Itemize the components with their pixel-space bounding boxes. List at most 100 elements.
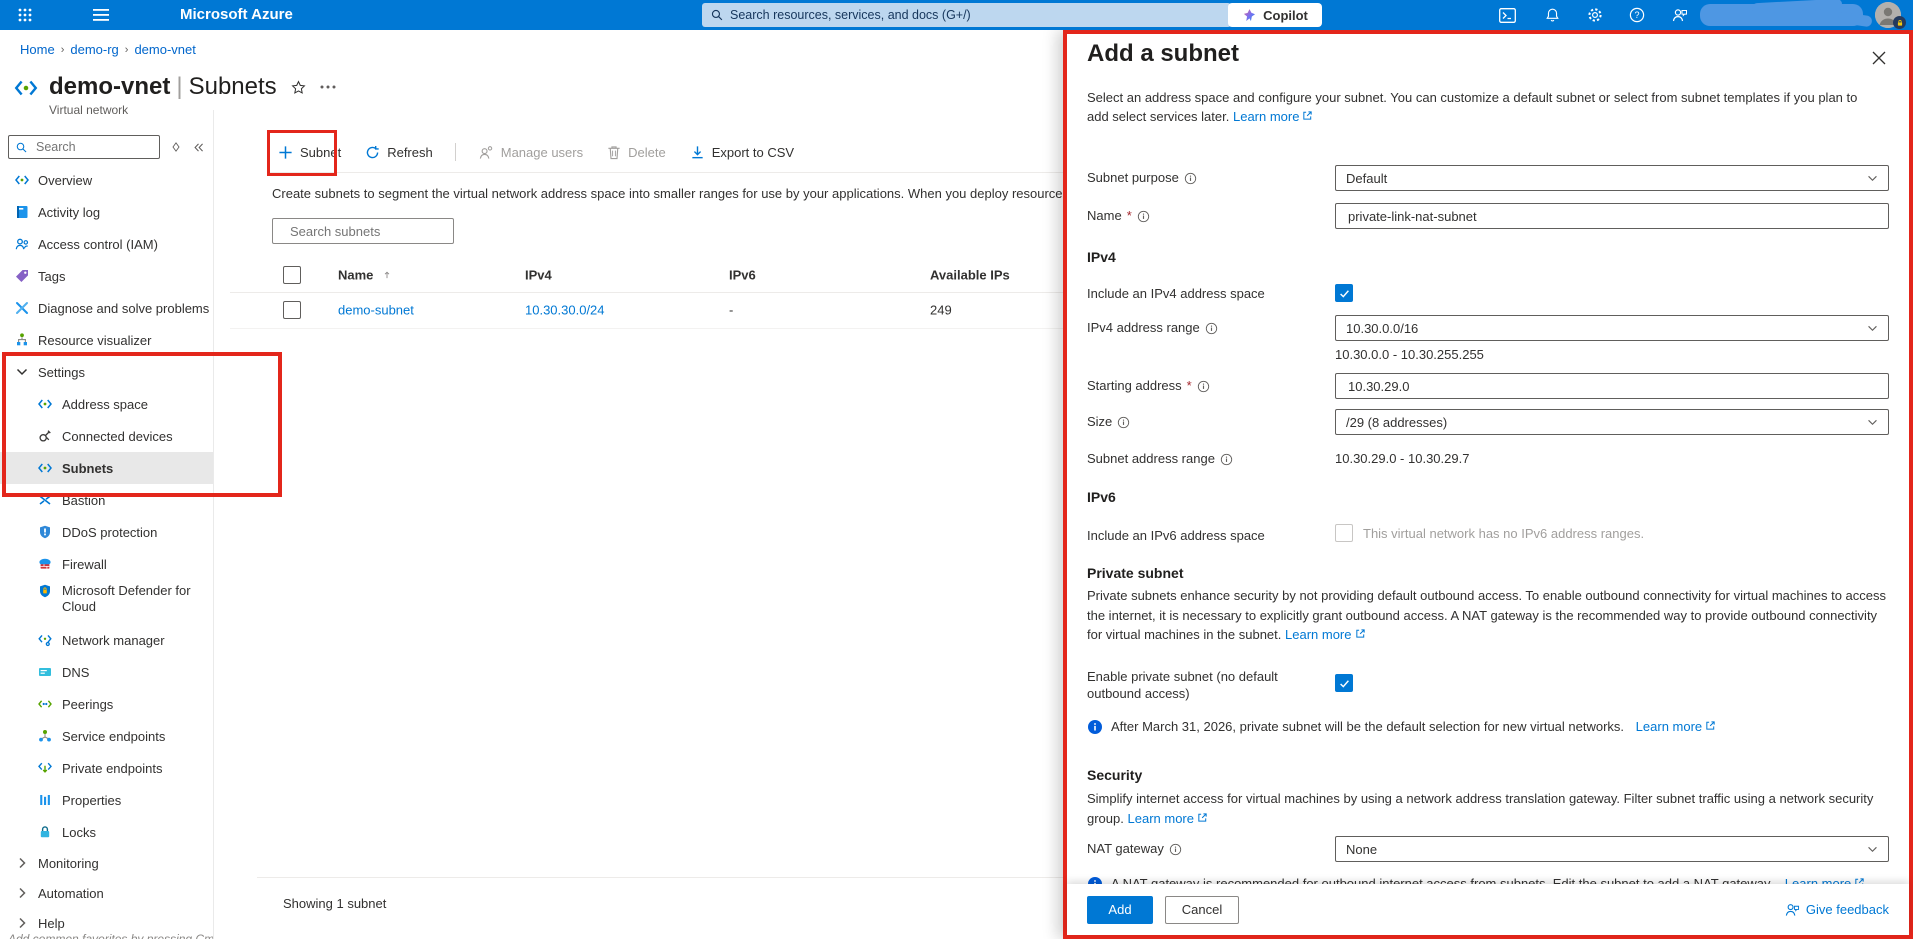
column-header-ipv4[interactable]: IPv4 (525, 268, 552, 283)
bastion-icon (37, 492, 53, 508)
subnet-search-input[interactable] (288, 223, 468, 240)
activity-log-icon (14, 204, 30, 220)
select-all-checkbox[interactable] (283, 266, 301, 284)
sidebar-item-resource-visualizer[interactable]: Resource visualizer (0, 324, 213, 356)
info-icon[interactable] (1117, 416, 1130, 429)
info-icon[interactable] (1220, 453, 1233, 466)
cancel-button[interactable]: Cancel (1165, 896, 1239, 924)
learn-more-link[interactable]: Learn more (1128, 811, 1208, 826)
delete-button[interactable]: Delete (599, 137, 674, 167)
ipv6-disabled-note: This virtual network has no IPv6 address… (1363, 526, 1644, 541)
sidebar-search-input[interactable] (34, 139, 148, 155)
global-search-placeholder: Search resources, services, and docs (G+… (730, 8, 971, 22)
add-button[interactable]: Add (1087, 896, 1153, 924)
address-space-icon (37, 396, 53, 412)
diagnose-tools-icon (14, 300, 30, 316)
chevron-right-icon (14, 885, 30, 901)
section-header-ipv6: IPv6 (1087, 489, 1116, 505)
subnet-ipv4-link[interactable]: 10.30.30.0/24 (525, 303, 605, 318)
hamburger-menu-icon[interactable] (86, 0, 116, 30)
learn-more-link[interactable]: Learn more (1285, 627, 1365, 642)
account-lock-badge (1893, 16, 1906, 29)
info-icon[interactable] (1169, 843, 1182, 856)
column-header-available-ips[interactable]: Available IPs (930, 268, 1010, 283)
sidebar-item-firewall[interactable]: Firewall (0, 548, 213, 580)
sidebar-item-service-endpoints[interactable]: Service endpoints (0, 720, 213, 752)
close-icon[interactable] (1865, 44, 1893, 72)
breadcrumb-demo-rg[interactable]: demo-rg (70, 42, 118, 57)
command-bar: Subnet Refresh Manage users (270, 135, 802, 169)
learn-more-link[interactable]: Learn more (1636, 719, 1716, 734)
enable-private-subnet-checkbox[interactable] (1335, 674, 1353, 692)
subnet-name-input[interactable] (1346, 208, 1878, 225)
info-icon[interactable] (1205, 322, 1218, 335)
sidebar-group-settings[interactable]: Settings (0, 356, 213, 388)
sidebar-item-address-space[interactable]: Address space (0, 388, 213, 420)
include-ipv4-checkbox[interactable] (1335, 284, 1353, 302)
azure-portal-screen: Microsoft Azure Search resources, servic… (0, 0, 1913, 939)
help-icon[interactable]: ? (1622, 0, 1652, 30)
info-icon[interactable] (1197, 380, 1210, 393)
favorite-star-icon[interactable] (291, 80, 306, 95)
sidebar-item-locks[interactable]: Locks (0, 816, 213, 848)
sidebar-item-peerings[interactable]: Peerings (0, 688, 213, 720)
ipv4-range-select[interactable]: 10.30.0.0/16 (1335, 315, 1889, 341)
sidebar-item-properties[interactable]: Properties (0, 784, 213, 816)
connected-devices-icon (37, 428, 53, 444)
column-header-name[interactable]: Name (338, 268, 392, 283)
more-actions-icon[interactable] (320, 85, 336, 89)
add-subnet-button[interactable]: Subnet (270, 137, 349, 167)
starting-address-input[interactable] (1346, 378, 1878, 395)
notifications-bell-icon[interactable] (1537, 0, 1567, 30)
feedback-icon (1784, 902, 1800, 917)
sidebar-item-network-manager[interactable]: Network manager (0, 624, 213, 656)
breadcrumb-demo-vnet[interactable]: demo-vnet (134, 42, 195, 57)
subnet-purpose-select[interactable]: Default (1335, 165, 1889, 191)
nat-gateway-select[interactable]: None (1335, 836, 1889, 862)
sidebar-item-private-endpoints[interactable]: Private endpoints (0, 752, 213, 784)
brand-title[interactable]: Microsoft Azure (180, 6, 293, 23)
feedback-icon[interactable] (1664, 0, 1694, 30)
export-csv-button[interactable]: Export to CSV (682, 137, 802, 167)
info-icon[interactable] (1184, 172, 1197, 185)
size-select[interactable]: /29 (8 addresses) (1335, 409, 1889, 435)
info-icon[interactable] (1137, 210, 1150, 223)
collapse-menu-icon[interactable] (192, 141, 205, 154)
sidebar-item-ddos-protection[interactable]: DDoS protection (0, 516, 213, 548)
app-launcher-icon[interactable] (10, 0, 40, 30)
ddos-shield-icon (37, 524, 53, 540)
sidebar-item-dns[interactable]: DNS (0, 656, 213, 688)
sidebar-item-activity-log[interactable]: Activity log (0, 196, 213, 228)
required-asterisk: * (1187, 373, 1192, 399)
refresh-button[interactable]: Refresh (357, 137, 441, 167)
sidebar-item-subnets[interactable]: Subnets (0, 452, 213, 484)
sidebar-item-access-control[interactable]: Access control (IAM) (0, 228, 213, 260)
sidebar-group-monitoring[interactable]: Monitoring (0, 848, 213, 878)
sidebar-search-box[interactable] (8, 135, 160, 159)
settings-gear-icon[interactable] (1580, 0, 1610, 30)
subnet-name-field[interactable] (1335, 203, 1889, 229)
learn-more-link[interactable]: Learn more (1233, 109, 1313, 124)
subnet-available-ips: 249 (930, 303, 952, 318)
cloud-shell-icon[interactable] (1492, 0, 1522, 30)
manage-users-button[interactable]: Manage users (470, 137, 591, 167)
copilot-label: Copilot (1263, 8, 1308, 23)
give-feedback-link[interactable]: Give feedback (1784, 902, 1889, 917)
sidebar-group-automation[interactable]: Automation (0, 878, 213, 908)
global-search-bar[interactable]: Search resources, services, and docs (G+… (702, 3, 1231, 27)
sidebar-item-defender[interactable]: Microsoft Defender for Cloud (0, 580, 213, 624)
subnets-icon (37, 460, 53, 476)
sidebar-item-bastion[interactable]: Bastion (0, 484, 213, 516)
copilot-button[interactable]: Copilot (1228, 3, 1322, 27)
sidebar-item-connected-devices[interactable]: Connected devices (0, 420, 213, 452)
starting-address-field[interactable] (1335, 373, 1889, 399)
filter-icon[interactable] (170, 140, 182, 154)
sidebar-item-overview[interactable]: Overview (0, 164, 213, 196)
row-checkbox[interactable] (283, 301, 301, 319)
breadcrumb-home[interactable]: Home (20, 42, 55, 57)
sidebar-item-diagnose[interactable]: Diagnose and solve problems (0, 292, 213, 324)
column-header-ipv6[interactable]: IPv6 (729, 268, 756, 283)
subnet-name-link[interactable]: demo-subnet (338, 303, 414, 318)
subnet-search-box[interactable] (272, 218, 454, 244)
sidebar-item-tags[interactable]: Tags (0, 260, 213, 292)
